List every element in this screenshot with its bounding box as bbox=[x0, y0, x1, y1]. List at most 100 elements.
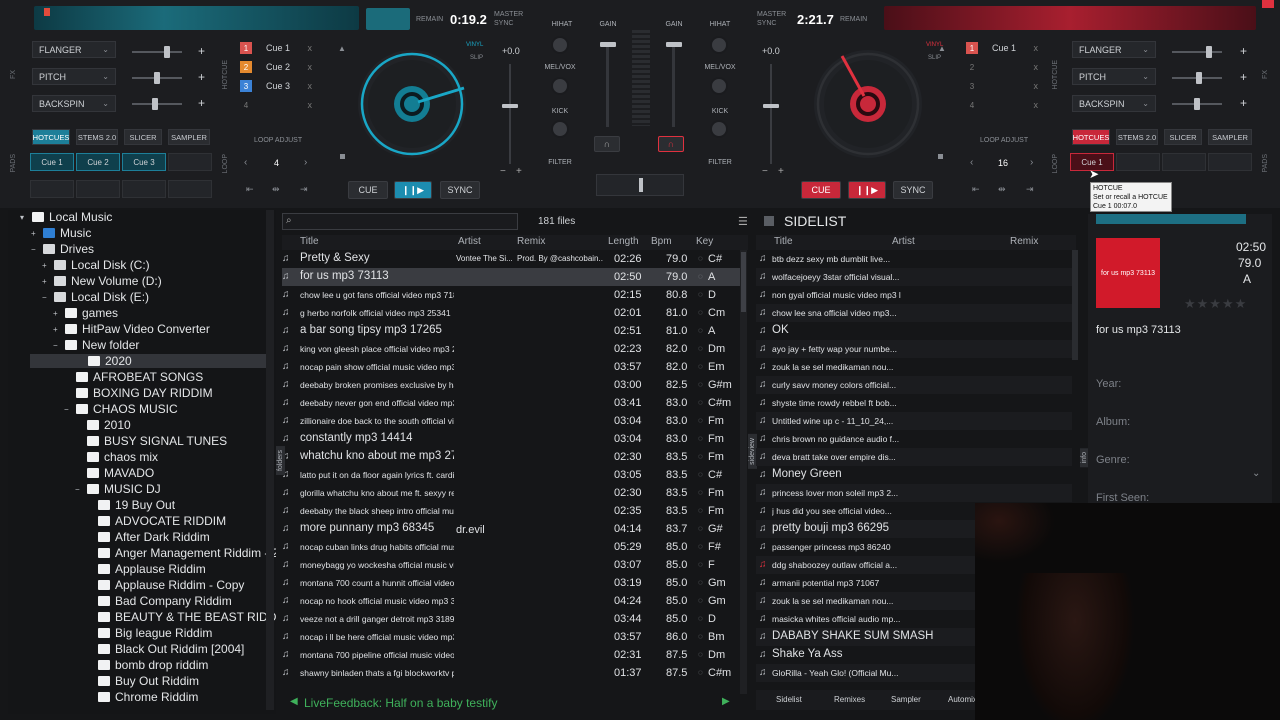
table-row[interactable]: ♫ montana 700 count a hunnit official vid… bbox=[282, 574, 742, 592]
deck-a-cue-button[interactable]: CUE bbox=[348, 181, 388, 199]
list-menu-icon[interactable]: ☰ bbox=[738, 215, 748, 228]
sidelist-row[interactable]: ♫ OK bbox=[756, 322, 1072, 340]
deck-a-arrow-up-icon[interactable]: ▲ bbox=[338, 44, 346, 53]
close-icon[interactable]: x bbox=[308, 81, 313, 91]
deck-b-effect-2-slider[interactable] bbox=[1172, 72, 1222, 84]
table-row[interactable]: ♫ Pretty & Sexy Vontee The Si... Prod. By @… bbox=[282, 250, 742, 268]
sidelist-row[interactable]: ♫ Untitled wine up c - 11_10_24,... bbox=[756, 412, 1072, 430]
deck-a-loop-reloop-icon[interactable]: ⇹ bbox=[272, 184, 280, 195]
mixer-melvox-knob-a[interactable] bbox=[551, 77, 569, 95]
headphones-b-icon[interactable]: ∩ bbox=[658, 136, 684, 152]
table-row[interactable]: ♫ nocap i ll be here official music video… bbox=[282, 628, 742, 646]
expand-icon[interactable]: + bbox=[42, 261, 50, 270]
deck-a-plus-icon[interactable]: + bbox=[516, 166, 522, 177]
tree-node[interactable]: BEAUTY & THE BEAST RIDDIM bbox=[86, 610, 276, 624]
tree-node[interactable]: chaos mix bbox=[75, 450, 158, 464]
sidelist-header-remix[interactable]: Remix bbox=[1010, 236, 1038, 247]
mixer-kick-knob-b[interactable] bbox=[710, 120, 728, 138]
sidelist-row[interactable]: ♫ chow lee sna official video mp3... bbox=[756, 304, 1072, 322]
tree-node[interactable]: Chrome Riddim bbox=[86, 690, 198, 704]
deck-b-effect-1-add-icon[interactable]: + bbox=[1240, 44, 1247, 58]
deck-b-jogwheel[interactable] bbox=[812, 48, 924, 160]
sidelist-row[interactable]: ♫ chris brown no guidance audio f... bbox=[756, 430, 1072, 448]
close-icon[interactable]: x bbox=[1034, 81, 1039, 91]
deck-b-cue-1[interactable]: 1 Cue 1 x bbox=[966, 42, 1042, 54]
deck-b-stop-icon[interactable] bbox=[938, 154, 943, 159]
table-row[interactable]: ♫ nocap cuban links drug habits official … bbox=[282, 538, 742, 556]
crossfader[interactable] bbox=[596, 174, 684, 196]
play-icon[interactable]: ▶ bbox=[722, 696, 730, 707]
deck-b-loop-in-icon[interactable]: ⇤ bbox=[972, 184, 980, 195]
table-row[interactable]: ♫ a bar song tipsy mp3 17265 02:51 81.0 A ◌ bbox=[282, 322, 742, 340]
deck-b-pitch-fader[interactable] bbox=[763, 64, 779, 164]
close-icon[interactable]: x bbox=[1034, 43, 1039, 53]
sidelist-row[interactable]: ♫ btb dezz sexy mb dumblit live... bbox=[756, 250, 1072, 268]
sidelist-row[interactable]: ♫ zouk la se sel medikaman nou... bbox=[756, 358, 1072, 376]
deck-b-plus-icon[interactable]: + bbox=[778, 166, 784, 177]
close-icon[interactable]: x bbox=[1034, 62, 1039, 72]
deck-a-effect-2[interactable]: PITCH ⌄ bbox=[32, 68, 116, 85]
deck-b-effect-1-slider[interactable] bbox=[1172, 46, 1222, 58]
deck-b-tab-sampler[interactable]: SAMPLER bbox=[1208, 129, 1252, 145]
deck-a-sync-button[interactable]: SYNC bbox=[440, 181, 480, 199]
table-row[interactable]: ♫ glorilla whatchu kno about me ft. sexyy… bbox=[282, 484, 742, 502]
deck-b-sync-button[interactable]: SYNC bbox=[893, 181, 933, 199]
deck-a-jogwheel[interactable] bbox=[356, 48, 468, 160]
table-row[interactable]: ♫ shawny binladen thats a fgi blockworktv… bbox=[282, 664, 742, 682]
deck-a-cue-2[interactable]: 2 Cue 2 x bbox=[240, 61, 316, 73]
expand-icon[interactable]: − bbox=[64, 405, 72, 414]
deck-b-slip-label[interactable]: SLIP bbox=[928, 55, 941, 61]
mixer-hihat-knob-a[interactable] bbox=[551, 36, 569, 54]
tree-node[interactable]: + Music bbox=[31, 226, 91, 240]
deck-b-arrow-up-icon[interactable]: ▲ bbox=[938, 44, 946, 53]
deck-a-play-button[interactable]: ❙❙▶ bbox=[394, 181, 432, 199]
chevron-down-icon[interactable]: ⌄ bbox=[1252, 468, 1260, 479]
sidelist-tab-remixes[interactable]: Remixes bbox=[834, 695, 865, 704]
sidelist-scrollbar[interactable] bbox=[1072, 250, 1078, 360]
tree-node[interactable]: + games bbox=[53, 306, 118, 320]
header-remix[interactable]: Remix bbox=[517, 236, 545, 247]
table-row[interactable]: ♫ deebaby the black sheep intro official … bbox=[282, 502, 742, 520]
headphones-a-icon[interactable]: ∩ bbox=[594, 136, 620, 152]
table-row[interactable]: ♫ chow lee u got fans official video mp3 … bbox=[282, 286, 742, 304]
deck-a-pad-2[interactable]: Cue 2 bbox=[76, 153, 120, 171]
tree-node[interactable]: MAVADO bbox=[75, 466, 154, 480]
tree-node[interactable]: Anger Management Riddim - 2004 bbox=[86, 546, 276, 560]
expand-icon[interactable]: − bbox=[42, 293, 50, 302]
deck-b-loop-out-icon[interactable]: ⇥ bbox=[1026, 184, 1034, 195]
table-row[interactable]: ♫ deebaby never gon end official video mp… bbox=[282, 394, 742, 412]
header-title[interactable]: Title bbox=[300, 236, 319, 247]
tree-node[interactable]: − Local Disk (E:) bbox=[42, 290, 149, 304]
tree-node[interactable]: AFROBEAT SONGS bbox=[64, 370, 203, 384]
chevron-left-icon[interactable]: ‹ bbox=[244, 157, 247, 168]
deck-a-vinyl-label[interactable]: VINYL bbox=[466, 42, 483, 48]
sidelist-header-title[interactable]: Title bbox=[774, 236, 793, 247]
deck-b-tab-stems[interactable]: STEMS 2.0 bbox=[1116, 129, 1158, 145]
deck-a-pad-7[interactable] bbox=[122, 180, 166, 198]
close-icon[interactable]: x bbox=[308, 43, 313, 53]
search-bar[interactable]: ⌕ bbox=[282, 213, 518, 230]
deck-b-effect-3[interactable]: BACKSPIN ⌄ bbox=[1072, 95, 1156, 112]
deck-a-effect-1-slider[interactable] bbox=[132, 46, 182, 58]
mixer-kick-knob-a[interactable] bbox=[551, 120, 569, 138]
tree-node[interactable]: After Dark Riddim bbox=[86, 530, 210, 544]
deck-b-loop-reloop-icon[interactable]: ⇹ bbox=[998, 184, 1006, 195]
header-artist[interactable]: Artist bbox=[458, 236, 481, 247]
sidelist-row[interactable]: ♫ Money Green bbox=[756, 466, 1072, 484]
deck-a-tab-stems[interactable]: STEMS 2.0 bbox=[76, 129, 118, 145]
tree-node[interactable]: Applause Riddim bbox=[86, 562, 206, 576]
table-row[interactable]: ♫ latto put it on da floor again lyrics f… bbox=[282, 466, 742, 484]
deck-b-pad-2[interactable] bbox=[1116, 153, 1160, 171]
deck-a-pad-6[interactable] bbox=[76, 180, 120, 198]
sidelist-row[interactable]: ♫ shyste time rowdy rebbel ft bob... bbox=[756, 394, 1072, 412]
deck-b-effect-3-slider[interactable] bbox=[1172, 98, 1222, 110]
deck-a-cue-4[interactable]: 4x bbox=[240, 99, 316, 111]
deck-a-effect-1[interactable]: FLANGER ⌄ bbox=[32, 41, 116, 58]
chevron-right-icon[interactable]: › bbox=[1030, 157, 1033, 168]
deck-a-cue-3[interactable]: 3 Cue 3 x bbox=[240, 80, 316, 92]
deck-b-minus-icon[interactable]: − bbox=[762, 166, 768, 177]
close-icon[interactable]: x bbox=[308, 62, 313, 72]
deck-a-tab-sampler[interactable]: SAMPLER bbox=[168, 129, 210, 145]
deck-a-effect-1-add-icon[interactable]: + bbox=[198, 44, 205, 58]
expand-icon[interactable]: − bbox=[75, 485, 83, 494]
